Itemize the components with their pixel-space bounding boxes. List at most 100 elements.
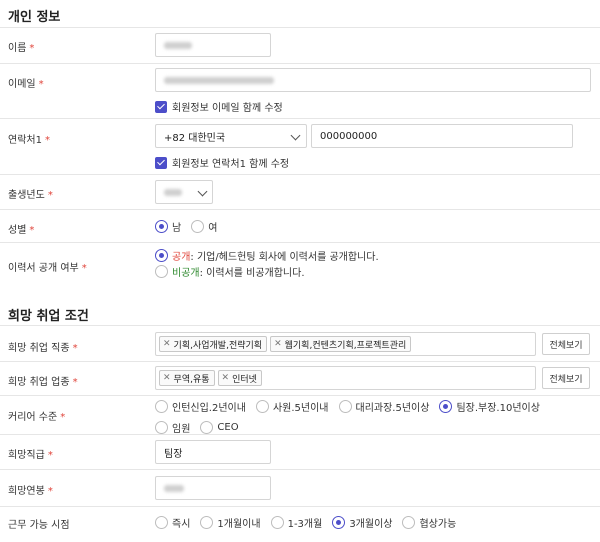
career-option[interactable]: 사원.5년이내 bbox=[255, 399, 329, 414]
visibility-label: 이력서 공개 여부 * bbox=[8, 263, 87, 274]
divider bbox=[0, 434, 600, 435]
tag-chip: ✕ 인터넷 bbox=[217, 370, 262, 386]
close-icon[interactable]: ✕ bbox=[222, 373, 230, 383]
radio-icon[interactable] bbox=[338, 400, 352, 413]
career-option[interactable]: 대리과장.5년이상 bbox=[338, 399, 430, 414]
divider bbox=[0, 209, 600, 210]
industry-label: 희망 취업 업종 * bbox=[8, 377, 78, 388]
radio-selected-icon[interactable] bbox=[332, 516, 346, 529]
phone-label: 연락처1 * bbox=[8, 135, 50, 146]
chevron-down-icon bbox=[290, 130, 301, 141]
country-code-select[interactable]: +82 대한민국 bbox=[155, 124, 307, 148]
phone-sync-checkbox[interactable]: 회원정보 연락처1 함께 수정 bbox=[155, 155, 289, 170]
visibility-private-option[interactable]: 비공개 : 이력서를 비공개합니다. bbox=[155, 264, 305, 279]
position-label: 희망직급 * bbox=[8, 450, 53, 461]
start-option[interactable]: 1개월이내 bbox=[200, 515, 261, 530]
gender-radio-group: 남여 bbox=[155, 219, 227, 234]
divider bbox=[0, 325, 600, 326]
checked-checkbox-icon[interactable] bbox=[155, 156, 167, 169]
chevron-down-icon bbox=[197, 186, 208, 197]
radio-icon[interactable] bbox=[155, 400, 168, 413]
career-option-label: 사원.5년이내 bbox=[272, 403, 329, 414]
name-input[interactable] bbox=[155, 33, 271, 57]
career-option[interactable]: 인턴신입.2년이내 bbox=[155, 399, 246, 414]
career-option[interactable]: CEO bbox=[200, 421, 239, 434]
start-option[interactable]: 협상가능 bbox=[402, 515, 456, 530]
salary-input[interactable] bbox=[155, 476, 271, 500]
close-icon[interactable]: ✕ bbox=[274, 339, 282, 349]
radio-selected-icon[interactable] bbox=[155, 220, 168, 233]
email-sync-checkbox[interactable]: 회원정보 이메일 함께 수정 bbox=[155, 99, 283, 114]
divider bbox=[0, 174, 600, 175]
start-option-label: 3개월이상 bbox=[349, 519, 393, 530]
gender-option-label: 여 bbox=[208, 223, 218, 234]
career-option-label: 임원 bbox=[172, 424, 191, 435]
section-title-personal: 개인 정보 bbox=[8, 10, 61, 25]
checked-checkbox-icon[interactable] bbox=[155, 100, 167, 113]
career-option[interactable]: 팀장.부장.10년이상 bbox=[439, 399, 540, 414]
birth-year-select[interactable] bbox=[155, 180, 213, 204]
career-option-label: CEO bbox=[217, 422, 239, 433]
radio-icon[interactable] bbox=[155, 421, 168, 434]
career-option-label: 팀장.부장.10년이상 bbox=[456, 403, 540, 414]
start-option-label: 협상가능 bbox=[419, 519, 457, 530]
radio-icon[interactable] bbox=[200, 516, 214, 529]
divider bbox=[0, 506, 600, 507]
start-option-label: 즉시 bbox=[172, 519, 191, 530]
career-option-label: 인턴신입.2년이내 bbox=[172, 403, 246, 414]
section-title-job: 희망 취업 조건 bbox=[8, 309, 89, 324]
name-label: 이름 * bbox=[8, 43, 35, 54]
industry-view-all-button[interactable]: 전체보기 bbox=[542, 367, 590, 389]
divider bbox=[0, 118, 600, 119]
birth-year-label: 출생년도 * bbox=[8, 190, 53, 201]
radio-selected-icon[interactable] bbox=[155, 249, 168, 262]
divider bbox=[0, 27, 600, 28]
divider bbox=[0, 395, 600, 396]
email-input[interactable] bbox=[155, 68, 591, 92]
start-radio-group: 즉시 1개월이내 1-3개월 3개월이상 협상가능 bbox=[155, 515, 466, 530]
tag-chip: ✕ 기획,사업개발,전략기획 bbox=[159, 336, 268, 352]
tag-chip: ✕ 무역,유통 bbox=[159, 370, 215, 386]
radio-icon[interactable] bbox=[270, 516, 284, 529]
radio-icon[interactable] bbox=[402, 516, 416, 529]
tag-label: 웹기획,컨텐츠기획,프로젝트관리 bbox=[284, 340, 407, 351]
start-option-label: 1개월이내 bbox=[217, 519, 261, 530]
divider bbox=[0, 242, 600, 243]
tag-label: 기획,사업개발,전략기획 bbox=[173, 340, 263, 351]
industry-tag-input[interactable]: ✕ 무역,유통 ✕ 인터넷 bbox=[155, 366, 536, 390]
career-radio-group: 인턴신입.2년이내 사원.5년이내 대리과장.5년이상 팀장.부장.10년이상임원 CE… bbox=[155, 399, 575, 435]
position-input[interactable]: 팀장 bbox=[155, 440, 271, 464]
close-icon[interactable]: ✕ bbox=[163, 339, 171, 349]
visibility-public-option[interactable]: 공개 : 기업/헤드헌팅 회사에 이력서를 공개합니다. bbox=[155, 248, 379, 263]
divider bbox=[0, 63, 600, 64]
gender-option[interactable]: 남 bbox=[155, 219, 181, 234]
career-option[interactable]: 임원 bbox=[155, 420, 190, 435]
start-option-label: 1-3개월 bbox=[287, 519, 323, 530]
radio-icon[interactable] bbox=[200, 421, 214, 434]
radio-icon[interactable] bbox=[155, 516, 168, 529]
email-label: 이메일 * bbox=[8, 79, 44, 90]
tag-label: 무역,유통 bbox=[173, 374, 210, 385]
salary-label: 희망연봉 * bbox=[8, 486, 53, 497]
radio-icon[interactable] bbox=[191, 220, 205, 233]
career-label: 커리어 수준 * bbox=[8, 412, 66, 423]
start-option[interactable]: 즉시 bbox=[155, 515, 190, 530]
gender-option-label: 남 bbox=[172, 223, 182, 234]
divider bbox=[0, 361, 600, 362]
role-tag-input[interactable]: ✕ 기획,사업개발,전략기획 ✕ 웹기획,컨텐츠기획,프로젝트관리 bbox=[155, 332, 536, 356]
tag-chip: ✕ 웹기획,컨텐츠기획,프로젝트관리 bbox=[270, 336, 412, 352]
phone-input[interactable]: 000000000 bbox=[311, 124, 573, 148]
radio-selected-icon[interactable] bbox=[439, 400, 453, 413]
start-label: 근무 가능 시점 bbox=[8, 520, 70, 531]
radio-icon[interactable] bbox=[155, 265, 168, 278]
career-option-label: 대리과장.5년이상 bbox=[355, 403, 430, 414]
close-icon[interactable]: ✕ bbox=[163, 373, 171, 383]
gender-option[interactable]: 여 bbox=[191, 219, 217, 234]
radio-icon[interactable] bbox=[255, 400, 269, 413]
tag-label: 인터넷 bbox=[232, 374, 257, 385]
divider bbox=[0, 469, 600, 470]
gender-label: 성별 * bbox=[8, 225, 35, 236]
start-option[interactable]: 1-3개월 bbox=[270, 515, 323, 530]
role-view-all-button[interactable]: 전체보기 bbox=[542, 333, 590, 355]
start-option[interactable]: 3개월이상 bbox=[332, 515, 392, 530]
